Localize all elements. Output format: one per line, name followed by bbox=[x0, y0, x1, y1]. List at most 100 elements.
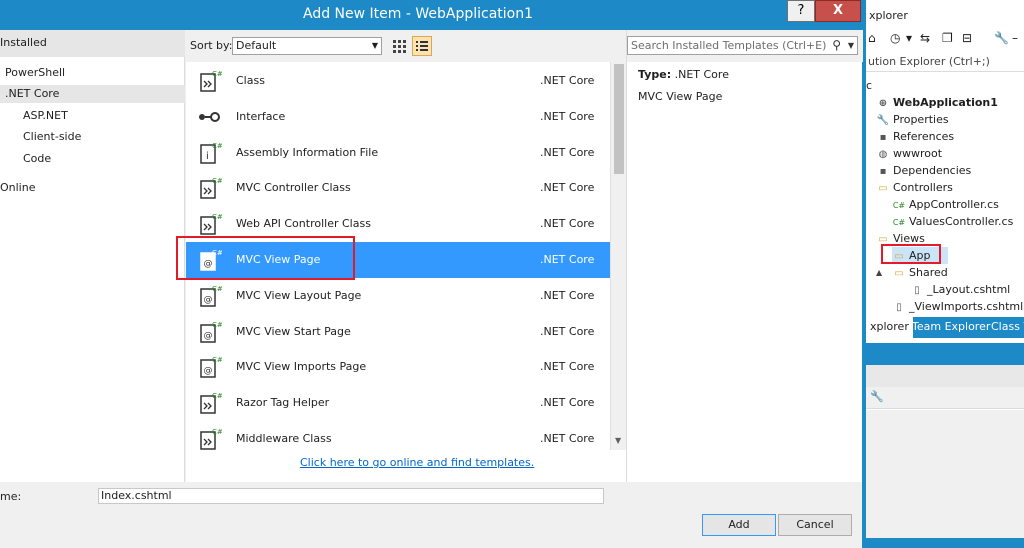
svg-text:@: @ bbox=[204, 366, 213, 376]
cancel-button[interactable]: Cancel bbox=[778, 514, 852, 536]
template-category: .NET Core bbox=[540, 217, 595, 231]
scroll-down-icon[interactable]: ▼ bbox=[615, 436, 621, 445]
search-options-icon[interactable]: ▼ bbox=[848, 37, 854, 54]
scroll-thumb[interactable] bbox=[614, 64, 624, 174]
add-button[interactable]: Add bbox=[702, 514, 776, 536]
tree-item-label: Shared bbox=[909, 266, 948, 279]
controller-icon: C# bbox=[196, 175, 223, 201]
status-strip bbox=[866, 538, 1024, 548]
globe-icon: ◍ bbox=[878, 149, 888, 160]
list-view-icon bbox=[416, 41, 428, 51]
help-button[interactable]: ? bbox=[787, 0, 815, 22]
copy-icon[interactable]: ❐ bbox=[942, 31, 953, 45]
tree-item[interactable]: 🔧 Properties bbox=[876, 111, 949, 128]
sort-dropdown[interactable]: Default ▼ bbox=[232, 37, 382, 55]
add-new-item-dialog: Add New Item - WebApplication1 ? X Insta… bbox=[0, 0, 866, 548]
tree-node-aspnet[interactable]: ASP.NET bbox=[23, 107, 68, 125]
wrench-icon[interactable]: 🔧 bbox=[870, 390, 884, 403]
template-description: MVC View Page bbox=[638, 90, 723, 103]
chevron-down-icon[interactable]: ▾ bbox=[906, 31, 912, 45]
search-icon[interactable]: ⚲ bbox=[832, 37, 841, 54]
template-row[interactable]: C# MVC Controller Class .NET Core bbox=[186, 170, 610, 206]
search-input[interactable]: Search Installed Templates (Ctrl+E) ⚲ ▼ bbox=[627, 36, 858, 55]
tree-item[interactable]: C# ValuesController.cs bbox=[892, 213, 1013, 230]
template-row[interactable]: Interface .NET Core bbox=[186, 99, 610, 135]
view-page-icon: @ C# bbox=[196, 283, 223, 309]
template-row[interactable]: @ C# MVC View Layout Page .NET Core bbox=[186, 278, 610, 314]
tree-item-label: AppController.cs bbox=[909, 198, 999, 211]
home-icon[interactable]: ⌂ bbox=[868, 31, 876, 45]
template-category: .NET Core bbox=[540, 109, 595, 123]
view-page-icon: @ C# bbox=[196, 354, 223, 380]
tab-class-view[interactable]: Class V bbox=[987, 317, 1024, 338]
tree-item[interactable]: ▪ References bbox=[876, 128, 955, 145]
properties-object-bar[interactable] bbox=[866, 365, 1024, 387]
tree-node-code[interactable]: Code bbox=[23, 150, 51, 168]
tree-item[interactable]: ▲ ▭ Shared bbox=[876, 264, 948, 281]
tree-node-net-core[interactable]: .NET Core bbox=[0, 85, 185, 103]
tree-item[interactable]: C# AppController.cs bbox=[892, 196, 999, 213]
solution-explorer-title: xplorer bbox=[866, 0, 1024, 30]
tag-helper-icon: C# bbox=[196, 390, 223, 416]
tree-item[interactable]: ▭ Controllers bbox=[876, 179, 953, 196]
tree-item-label: _Layout.cshtml bbox=[927, 283, 1011, 296]
tree-node-online[interactable]: Online bbox=[0, 179, 35, 197]
template-row[interactable]: C# Razor Tag Helper .NET Core bbox=[186, 385, 610, 421]
cshtml-file-icon: ▯ bbox=[896, 302, 902, 313]
tree-node-installed[interactable]: Installed bbox=[0, 30, 185, 57]
history-icon[interactable]: ◷ bbox=[890, 31, 900, 45]
sync-icon[interactable]: ⇆ bbox=[920, 31, 930, 45]
name-field[interactable]: Index.cshtml bbox=[98, 488, 604, 504]
dialog-titlebar[interactable]: Add New Item - WebApplication1 ? X bbox=[0, 0, 862, 30]
template-name: MVC View Start Page bbox=[236, 324, 351, 338]
template-name: Class bbox=[236, 74, 265, 87]
csharp-file-icon: C# bbox=[892, 201, 906, 210]
tree-node-powershell[interactable]: PowerShell bbox=[5, 64, 65, 82]
grid-view-icon bbox=[393, 40, 406, 53]
template-list-scrollbar[interactable]: ▼ bbox=[610, 62, 626, 450]
expand-arrow-icon[interactable]: ▲ bbox=[876, 264, 882, 281]
template-category: .NET Core bbox=[540, 181, 595, 195]
explorer-tabs: xplorer Team Explorer Class V bbox=[866, 317, 1024, 338]
highlight-box-template bbox=[176, 236, 355, 280]
tab-solution-explorer[interactable]: xplorer bbox=[866, 317, 913, 338]
tree-node-client-side[interactable]: Client-side bbox=[23, 128, 81, 146]
type-line: Type: .NET Core bbox=[638, 68, 729, 81]
template-row[interactable]: C# Class .NET Core bbox=[186, 63, 610, 99]
list-view-button[interactable] bbox=[412, 36, 432, 56]
online-link-area: Click here to go online and find templat… bbox=[186, 450, 626, 482]
svg-text:C#: C# bbox=[212, 392, 222, 400]
svg-text:C#: C# bbox=[212, 213, 222, 221]
solution-explorer-search[interactable]: ution Explorer (Ctrl+;) bbox=[866, 52, 1024, 72]
tree-item[interactable]: ◍ wwwroot bbox=[876, 145, 942, 162]
close-button[interactable]: X bbox=[815, 0, 861, 22]
tree-item-label: ValuesController.cs bbox=[909, 215, 1014, 228]
tree-item[interactable]: ▯ _ViewImports.cshtml bbox=[892, 298, 1023, 315]
name-label: me: bbox=[0, 490, 22, 503]
minus-icon[interactable]: – bbox=[1012, 31, 1018, 45]
search-placeholder: Search Installed Templates (Ctrl+E) bbox=[631, 39, 827, 52]
properties-toolbar: 🔧 bbox=[866, 387, 1024, 409]
template-row[interactable]: i C# Assembly Information File .NET Core bbox=[186, 135, 610, 171]
dependencies-icon: ▪ bbox=[879, 166, 887, 177]
template-row[interactable]: C# Middleware Class .NET Core bbox=[186, 421, 610, 450]
svg-text:i: i bbox=[206, 151, 209, 162]
grid-view-button[interactable] bbox=[390, 37, 408, 55]
wrench-icon[interactable]: 🔧 bbox=[994, 31, 1009, 45]
tree-item-label: Controllers bbox=[893, 181, 953, 194]
tree-item[interactable]: ▯ _Layout.cshtml bbox=[910, 281, 1010, 298]
tree-item-label: _ViewImports.cshtml bbox=[909, 300, 1024, 313]
template-row[interactable]: @ C# MVC View Imports Page .NET Core bbox=[186, 349, 610, 385]
tree-item[interactable]: ⊕ WebApplication1 bbox=[876, 94, 998, 111]
search-area: Search Installed Templates (Ctrl+E) ⚲ ▼ bbox=[627, 30, 863, 62]
template-category: .NET Core bbox=[540, 324, 595, 338]
collapse-icon[interactable]: ⊟ bbox=[962, 31, 972, 45]
tab-team-explorer[interactable]: Team Explorer bbox=[908, 317, 994, 338]
template-row[interactable]: @ C# MVC View Start Page .NET Core bbox=[186, 314, 610, 350]
tree-item[interactable]: ▪ Dependencies bbox=[876, 162, 972, 179]
template-name: Assembly Information File bbox=[236, 145, 379, 159]
solution-node[interactable]: c bbox=[866, 77, 872, 94]
online-templates-link[interactable]: Click here to go online and find templat… bbox=[300, 456, 534, 469]
svg-text:C#: C# bbox=[212, 428, 222, 436]
type-value: .NET Core bbox=[674, 68, 729, 81]
